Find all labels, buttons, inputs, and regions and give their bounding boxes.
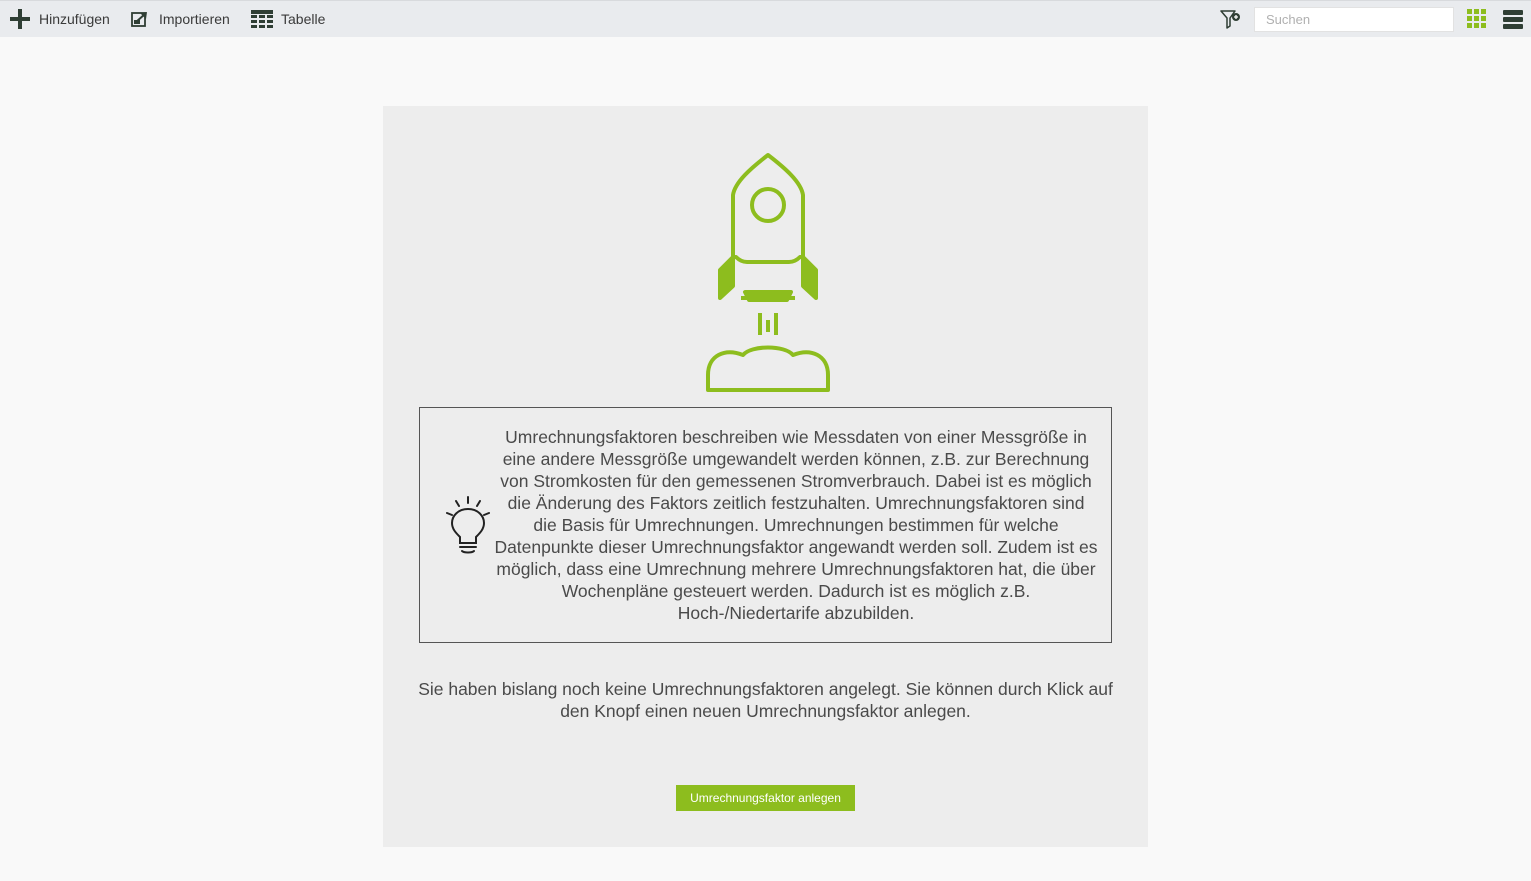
- table-icon: [251, 10, 273, 28]
- add-button[interactable]: Hinzufügen: [9, 1, 110, 37]
- rocket-icon: [703, 150, 833, 394]
- lightbulb-icon: [444, 495, 496, 555]
- empty-state-text: Sie haben bislang noch keine Umrechnungs…: [418, 679, 1113, 721]
- table-button[interactable]: Tabelle: [251, 1, 325, 37]
- info-box: Umrechnungsfaktoren beschreiben wie Mess…: [419, 407, 1112, 643]
- add-label: Hinzufügen: [39, 11, 110, 27]
- import-label: Importieren: [159, 11, 230, 27]
- info-text: Umrechnungsfaktoren beschreiben wie Mess…: [494, 427, 1098, 623]
- list-view-icon[interactable]: [1503, 9, 1523, 29]
- table-label: Tabelle: [281, 11, 326, 27]
- grid-view-icon[interactable]: [1467, 9, 1487, 29]
- import-button[interactable]: Importieren: [131, 1, 230, 37]
- plus-icon: [9, 8, 31, 30]
- search-input[interactable]: [1254, 7, 1454, 32]
- create-conversion-factor-button[interactable]: Umrechnungsfaktor anlegen: [676, 785, 855, 811]
- import-icon: [131, 10, 151, 28]
- toolbar: Hinzufügen Importieren Tabelle: [0, 0, 1531, 37]
- filter-icon[interactable]: [1220, 8, 1242, 30]
- empty-state-panel: Umrechnungsfaktoren beschreiben wie Mess…: [383, 106, 1148, 847]
